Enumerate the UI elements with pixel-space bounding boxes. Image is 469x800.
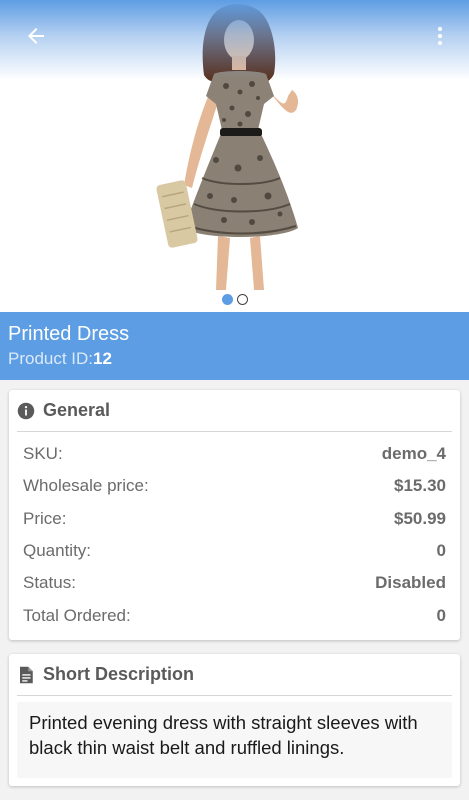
product-id-value: 12 — [93, 349, 112, 368]
product-name: Printed Dress — [8, 323, 130, 345]
price-row: Price: $50.99 — [23, 503, 446, 535]
pager-dot-active[interactable] — [221, 294, 233, 305]
pager-dot[interactable] — [236, 294, 248, 305]
row-label: Status: — [23, 573, 76, 593]
general-card-header: General — [17, 390, 452, 432]
general-card: General SKU: demo_4 Wholesale price: $15… — [9, 390, 460, 640]
header-gradient — [0, 0, 469, 80]
general-card-title: General — [43, 400, 111, 420]
row-value: demo_4 — [381, 444, 446, 464]
short-description-box: Printed evening dress with straight slee… — [17, 702, 452, 778]
product-image-carousel[interactable] — [0, 0, 469, 312]
row-value: 0 — [436, 541, 446, 561]
short-description-card: Short Description Printed evening dress … — [9, 654, 460, 786]
status-row: Status: Disabled — [23, 567, 446, 599]
general-rows: SKU: demo_4 Wholesale price: $15.30 Pric… — [23, 438, 446, 632]
row-label: Wholesale price: — [23, 476, 149, 496]
product-title-band: Printed Dress Product ID:12 — [0, 312, 469, 380]
short-description-title: Short Description — [43, 664, 195, 684]
product-id: Product ID:12 — [8, 348, 461, 370]
product-detail-screen: Printed Dress Product ID:12 General SKU:… — [0, 0, 469, 800]
row-value: 0 — [436, 605, 446, 625]
back-button[interactable] — [18, 18, 54, 54]
short-description-text: Printed evening dress with straight slee… — [29, 712, 418, 758]
quantity-row: Quantity: 0 — [23, 535, 446, 567]
row-label: Quantity: — [23, 541, 92, 561]
carousel-pager — [0, 294, 469, 306]
row-value: $15.30 — [394, 476, 446, 496]
overflow-menu-button[interactable] — [424, 18, 456, 54]
short-description-header: Short Description — [17, 654, 452, 696]
more-vertical-icon — [438, 27, 442, 45]
document-icon — [17, 666, 35, 684]
wholesale-price-row: Wholesale price: $15.30 — [23, 470, 446, 502]
product-id-label: Product ID: — [8, 349, 94, 368]
arrow-left-icon — [28, 28, 44, 44]
row-value: $50.99 — [394, 508, 446, 528]
row-label: Price: — [23, 508, 67, 528]
total-ordered-row: Total Ordered: 0 — [23, 599, 446, 631]
info-icon — [17, 402, 35, 420]
row-label: Total Ordered: — [23, 605, 131, 625]
row-value: Disabled — [375, 573, 446, 593]
row-label: SKU: — [23, 444, 63, 464]
sku-row: SKU: demo_4 — [23, 438, 446, 470]
